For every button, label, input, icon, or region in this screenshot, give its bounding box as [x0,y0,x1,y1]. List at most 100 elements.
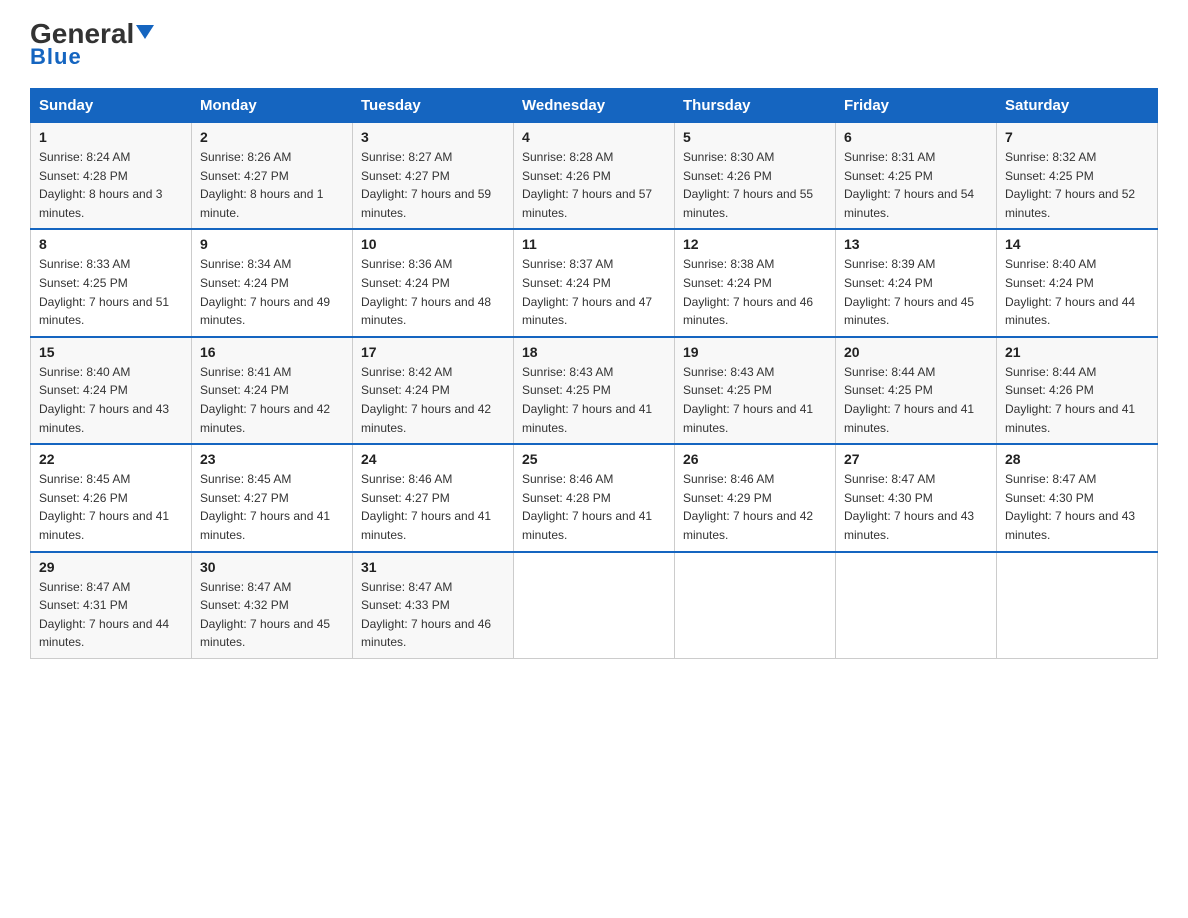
calendar-cell: 29 Sunrise: 8:47 AMSunset: 4:31 PMDayligh… [31,552,192,659]
day-info: Sunrise: 8:24 AMSunset: 4:28 PMDaylight:… [39,148,183,222]
calendar-cell: 25 Sunrise: 8:46 AMSunset: 4:28 PMDayligh… [514,444,675,551]
day-number: 31 [361,559,505,575]
logo-blue: Blue [30,44,82,70]
day-info: Sunrise: 8:40 AMSunset: 4:24 PMDaylight:… [39,363,183,437]
day-info: Sunrise: 8:43 AMSunset: 4:25 PMDaylight:… [683,363,827,437]
day-info: Sunrise: 8:37 AMSunset: 4:24 PMDaylight:… [522,255,666,329]
day-number: 30 [200,559,344,575]
day-info: Sunrise: 8:45 AMSunset: 4:27 PMDaylight:… [200,470,344,544]
header-saturday: Saturday [997,89,1158,123]
day-info: Sunrise: 8:33 AMSunset: 4:25 PMDaylight:… [39,255,183,329]
day-info: Sunrise: 8:43 AMSunset: 4:25 PMDaylight:… [522,363,666,437]
day-info: Sunrise: 8:44 AMSunset: 4:25 PMDaylight:… [844,363,988,437]
day-info: Sunrise: 8:34 AMSunset: 4:24 PMDaylight:… [200,255,344,329]
day-info: Sunrise: 8:40 AMSunset: 4:24 PMDaylight:… [1005,255,1149,329]
logo-triangle-icon [136,25,154,39]
day-number: 4 [522,129,666,145]
day-info: Sunrise: 8:45 AMSunset: 4:26 PMDaylight:… [39,470,183,544]
calendar-week-row: 29 Sunrise: 8:47 AMSunset: 4:31 PMDayligh… [31,552,1158,659]
day-number: 11 [522,236,666,252]
day-number: 24 [361,451,505,467]
header-friday: Friday [836,89,997,123]
calendar-week-row: 22 Sunrise: 8:45 AMSunset: 4:26 PMDayligh… [31,444,1158,551]
calendar-cell [836,552,997,659]
day-number: 18 [522,344,666,360]
day-info: Sunrise: 8:41 AMSunset: 4:24 PMDaylight:… [200,363,344,437]
day-info: Sunrise: 8:26 AMSunset: 4:27 PMDaylight:… [200,148,344,222]
day-number: 10 [361,236,505,252]
day-number: 28 [1005,451,1149,467]
day-number: 1 [39,129,183,145]
calendar-cell: 15 Sunrise: 8:40 AMSunset: 4:24 PMDayligh… [31,337,192,444]
calendar-week-row: 8 Sunrise: 8:33 AMSunset: 4:25 PMDaylight… [31,229,1158,336]
calendar-cell: 6 Sunrise: 8:31 AMSunset: 4:25 PMDaylight… [836,123,997,230]
day-number: 27 [844,451,988,467]
day-number: 3 [361,129,505,145]
day-number: 5 [683,129,827,145]
day-number: 6 [844,129,988,145]
day-number: 14 [1005,236,1149,252]
day-info: Sunrise: 8:44 AMSunset: 4:26 PMDaylight:… [1005,363,1149,437]
calendar-cell: 26 Sunrise: 8:46 AMSunset: 4:29 PMDayligh… [675,444,836,551]
day-info: Sunrise: 8:28 AMSunset: 4:26 PMDaylight:… [522,148,666,222]
day-number: 15 [39,344,183,360]
calendar-cell: 31 Sunrise: 8:47 AMSunset: 4:33 PMDayligh… [353,552,514,659]
logo: General Blue [30,20,154,70]
day-number: 29 [39,559,183,575]
day-number: 13 [844,236,988,252]
calendar-cell: 27 Sunrise: 8:47 AMSunset: 4:30 PMDayligh… [836,444,997,551]
day-info: Sunrise: 8:46 AMSunset: 4:28 PMDaylight:… [522,470,666,544]
calendar-cell: 13 Sunrise: 8:39 AMSunset: 4:24 PMDayligh… [836,229,997,336]
day-number: 23 [200,451,344,467]
calendar-cell [675,552,836,659]
calendar-cell: 22 Sunrise: 8:45 AMSunset: 4:26 PMDayligh… [31,444,192,551]
day-number: 9 [200,236,344,252]
day-info: Sunrise: 8:30 AMSunset: 4:26 PMDaylight:… [683,148,827,222]
day-number: 2 [200,129,344,145]
calendar-cell: 30Sunrise: 8:47 AMSunset: 4:32 PMDayligh… [192,552,353,659]
calendar-cell: 14 Sunrise: 8:40 AMSunset: 4:24 PMDayligh… [997,229,1158,336]
day-number: 17 [361,344,505,360]
calendar-cell: 24Sunrise: 8:46 AMSunset: 4:27 PMDayligh… [353,444,514,551]
calendar-cell: 7Sunrise: 8:32 AMSunset: 4:25 PMDaylight… [997,123,1158,230]
day-number: 20 [844,344,988,360]
header-thursday: Thursday [675,89,836,123]
calendar-cell: 28 Sunrise: 8:47 AMSunset: 4:30 PMDayligh… [997,444,1158,551]
day-info: Sunrise: 8:42 AMSunset: 4:24 PMDaylight:… [361,363,505,437]
day-info: Sunrise: 8:47 AMSunset: 4:33 PMDaylight:… [361,578,505,652]
day-info: Sunrise: 8:47 AMSunset: 4:30 PMDaylight:… [1005,470,1149,544]
calendar-cell: 4 Sunrise: 8:28 AMSunset: 4:26 PMDaylight… [514,123,675,230]
day-number: 26 [683,451,827,467]
calendar-cell: 11 Sunrise: 8:37 AMSunset: 4:24 PMDayligh… [514,229,675,336]
calendar-cell: 16 Sunrise: 8:41 AMSunset: 4:24 PMDayligh… [192,337,353,444]
calendar-table: SundayMondayTuesdayWednesdayThursdayFrid… [30,88,1158,659]
day-info: Sunrise: 8:47 AMSunset: 4:31 PMDaylight:… [39,578,183,652]
day-number: 25 [522,451,666,467]
calendar-cell: 5 Sunrise: 8:30 AMSunset: 4:26 PMDaylight… [675,123,836,230]
day-info: Sunrise: 8:31 AMSunset: 4:25 PMDaylight:… [844,148,988,222]
day-info: Sunrise: 8:39 AMSunset: 4:24 PMDaylight:… [844,255,988,329]
day-info: Sunrise: 8:38 AMSunset: 4:24 PMDaylight:… [683,255,827,329]
calendar-week-row: 1 Sunrise: 8:24 AMSunset: 4:28 PMDaylight… [31,123,1158,230]
day-info: Sunrise: 8:46 AMSunset: 4:29 PMDaylight:… [683,470,827,544]
day-info: Sunrise: 8:32 AMSunset: 4:25 PMDaylight:… [1005,148,1149,222]
calendar-cell: 3 Sunrise: 8:27 AMSunset: 4:27 PMDaylight… [353,123,514,230]
page-header: General Blue [30,20,1158,70]
calendar-cell: 17 Sunrise: 8:42 AMSunset: 4:24 PMDayligh… [353,337,514,444]
day-number: 19 [683,344,827,360]
day-info: Sunrise: 8:47 AMSunset: 4:30 PMDaylight:… [844,470,988,544]
day-number: 12 [683,236,827,252]
calendar-cell: 23 Sunrise: 8:45 AMSunset: 4:27 PMDayligh… [192,444,353,551]
header-monday: Monday [192,89,353,123]
day-number: 8 [39,236,183,252]
day-info: Sunrise: 8:27 AMSunset: 4:27 PMDaylight:… [361,148,505,222]
calendar-cell: 20 Sunrise: 8:44 AMSunset: 4:25 PMDayligh… [836,337,997,444]
day-number: 16 [200,344,344,360]
day-number: 22 [39,451,183,467]
calendar-cell [514,552,675,659]
day-info: Sunrise: 8:36 AMSunset: 4:24 PMDaylight:… [361,255,505,329]
calendar-cell: 8 Sunrise: 8:33 AMSunset: 4:25 PMDaylight… [31,229,192,336]
calendar-week-row: 15 Sunrise: 8:40 AMSunset: 4:24 PMDayligh… [31,337,1158,444]
header-sunday: Sunday [31,89,192,123]
calendar-cell: 19 Sunrise: 8:43 AMSunset: 4:25 PMDayligh… [675,337,836,444]
